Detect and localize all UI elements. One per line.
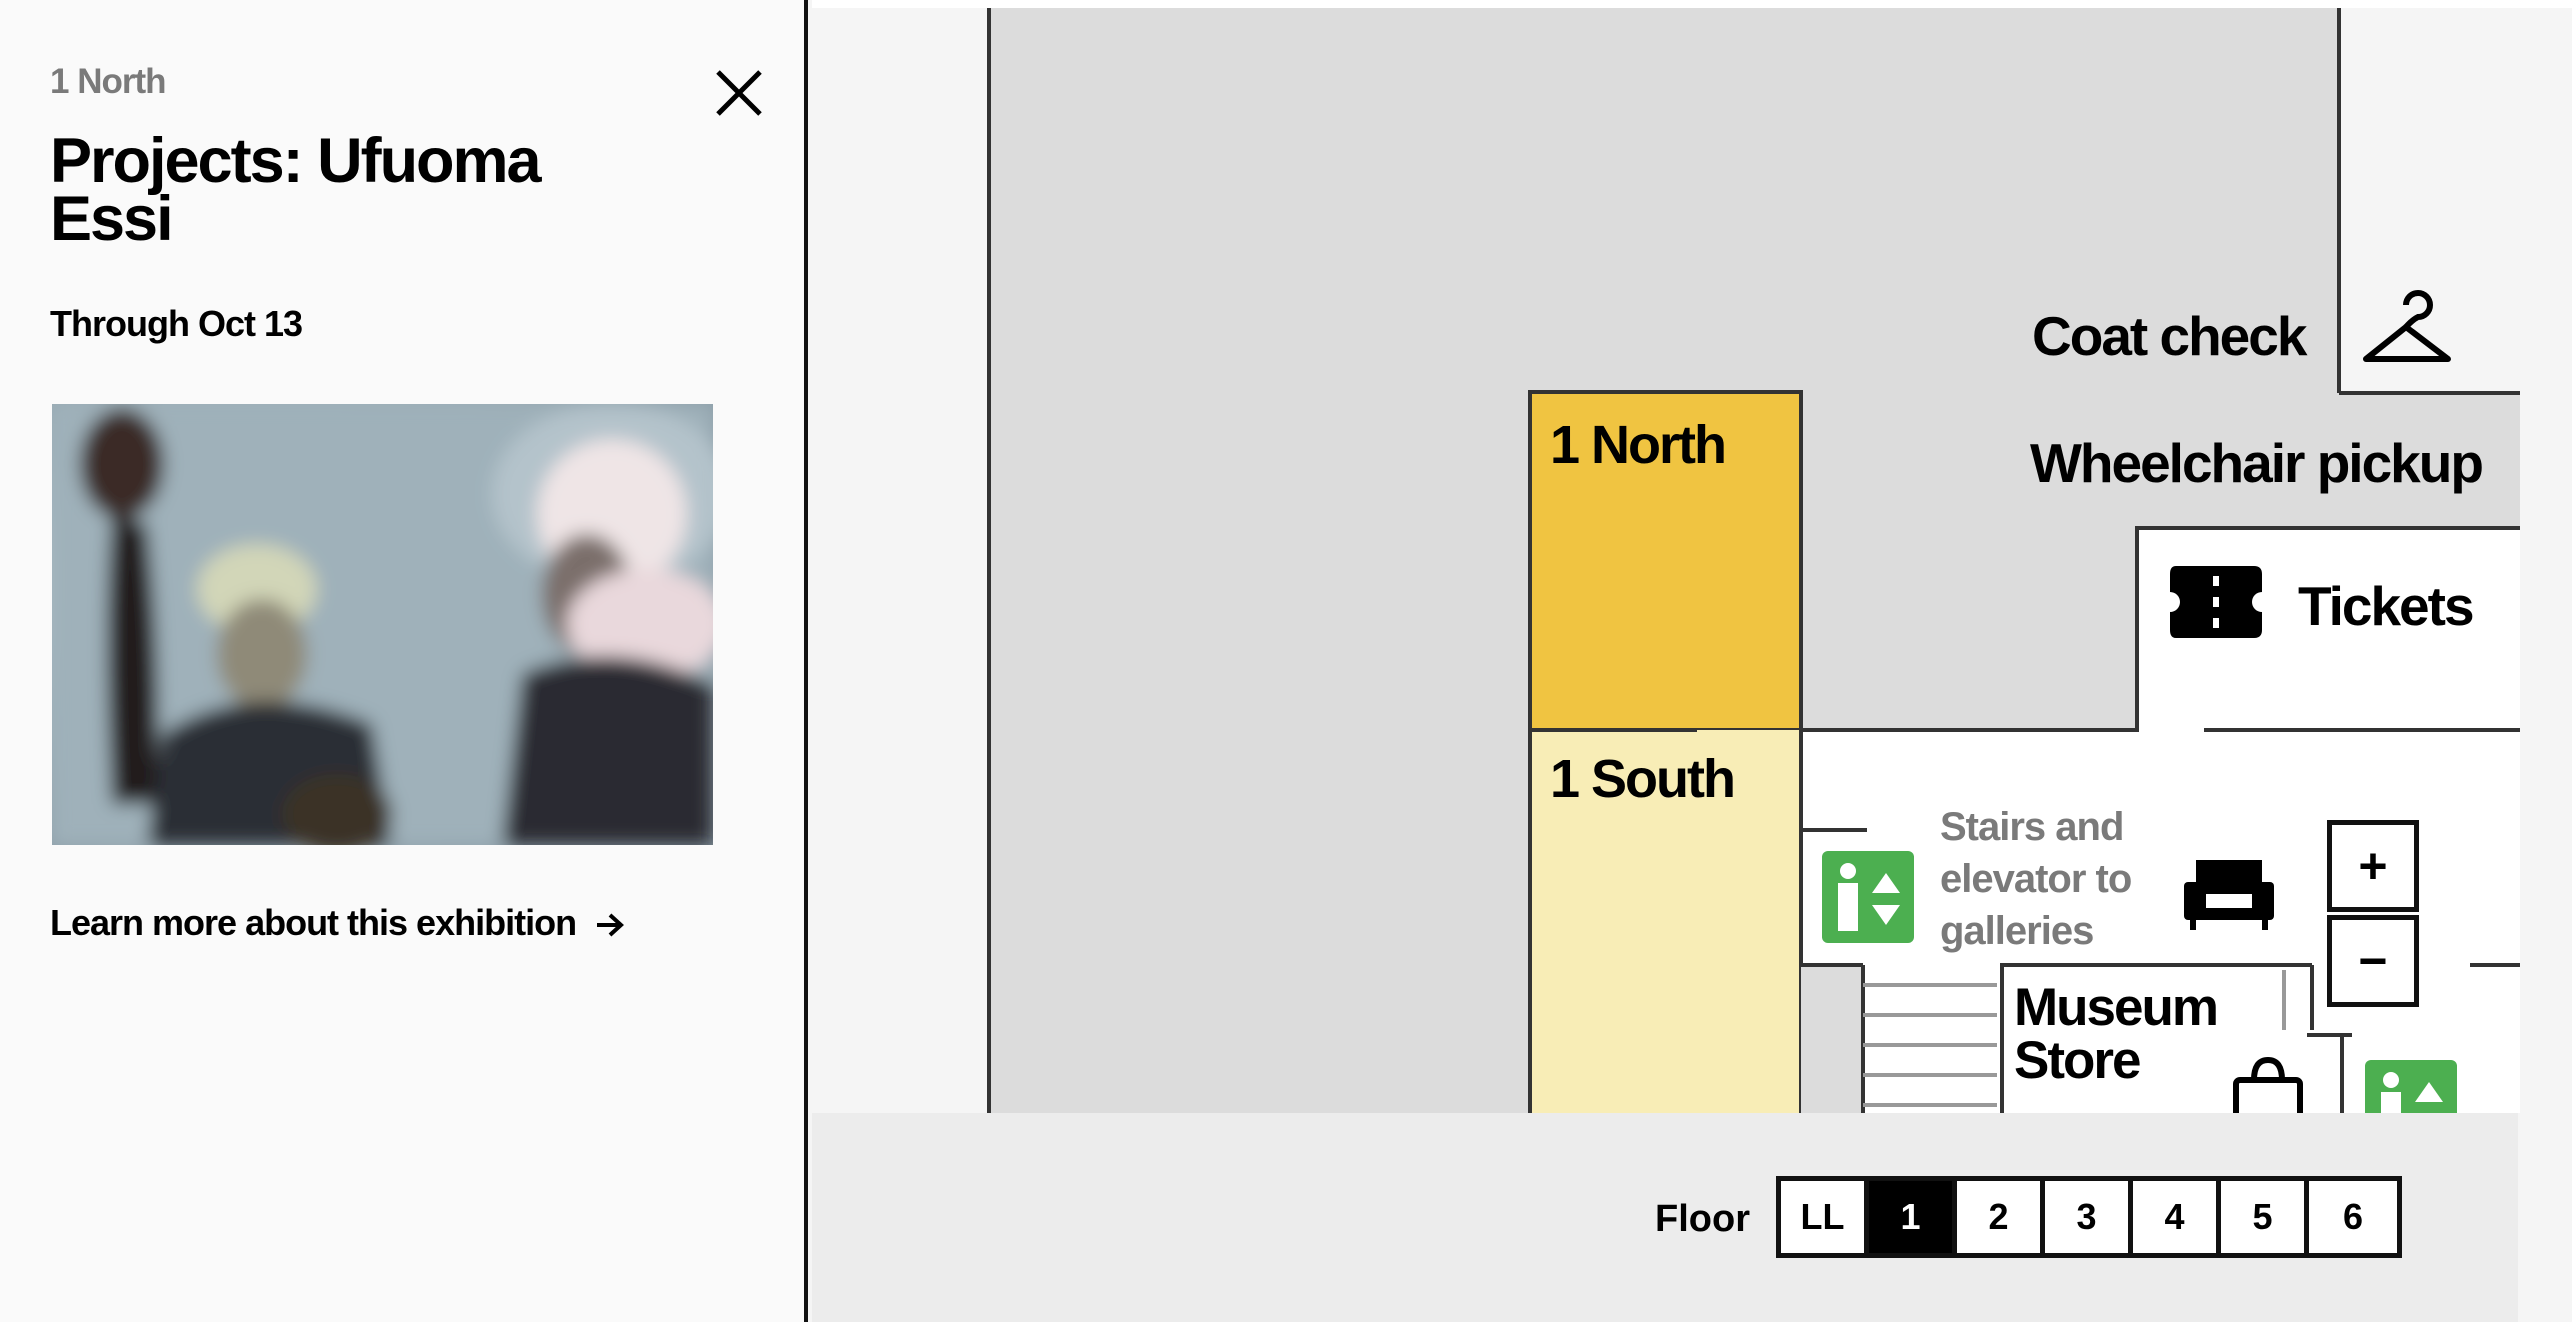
close-icon xyxy=(716,70,762,116)
coat-check-label: Coat check xyxy=(2032,305,2308,367)
tickets-label: Tickets xyxy=(2298,575,2473,637)
ticket-icon xyxy=(2170,566,2262,638)
wheelchair-pickup-label: Wheelchair pickup xyxy=(2030,432,2482,494)
learn-more-link[interactable]: Learn more about this exhibition xyxy=(50,902,625,944)
floor-button-1[interactable]: 1 xyxy=(1869,1181,1957,1253)
exhibition-dates: Through Oct 13 xyxy=(50,303,303,344)
zoom-out-button[interactable]: − xyxy=(2327,915,2419,1007)
map-canvas: 1 North 1 South Coat check Wheelchair pi… xyxy=(812,0,2572,1113)
floor-label: Floor xyxy=(1655,1198,1750,1240)
floor-button-4[interactable]: 4 xyxy=(2133,1181,2221,1253)
gallery-label: 1 North xyxy=(50,62,166,101)
floor-button-2[interactable]: 2 xyxy=(1957,1181,2045,1253)
museum-store-label-1: Museum xyxy=(2014,978,2217,1037)
exhibition-panel: 1 North Projects: Ufuoma Essi Through Oc… xyxy=(0,0,808,1322)
floor-selector: LL 1 2 3 4 5 6 xyxy=(1776,1176,2402,1258)
arrow-right-icon xyxy=(597,914,625,937)
museum-store-label-2: Store xyxy=(2014,1031,2140,1090)
floor-button-3[interactable]: 3 xyxy=(2045,1181,2133,1253)
gallery-north-label: 1 North xyxy=(1550,415,1725,475)
zoom-in-button[interactable]: + xyxy=(2327,820,2419,912)
hanger-icon xyxy=(2363,290,2451,362)
stairs-label-2: elevator to xyxy=(1940,857,2131,901)
floor-button-6[interactable]: 6 xyxy=(2309,1181,2397,1253)
stairs-label-1: Stairs and xyxy=(1940,805,2123,849)
stairs-label-3: galleries xyxy=(1940,909,2093,953)
close-button[interactable] xyxy=(708,62,770,124)
floor-button-ll[interactable]: LL xyxy=(1781,1181,1869,1253)
sofa-icon xyxy=(2184,860,2274,930)
elevator-icon-secondary[interactable] xyxy=(2365,1060,2457,1113)
exhibition-title: Projects: Ufuoma Essi xyxy=(50,126,542,254)
floor-button-5[interactable]: 5 xyxy=(2221,1181,2309,1253)
floor-map[interactable]: 1 North 1 South Coat check Wheelchair pi… xyxy=(812,0,2572,1322)
learn-more-label: Learn more about this exhibition xyxy=(50,902,577,943)
elevator-icon[interactable] xyxy=(1822,851,1914,943)
exhibition-image xyxy=(52,404,713,845)
gallery-south-label: 1 South xyxy=(1550,749,1734,809)
